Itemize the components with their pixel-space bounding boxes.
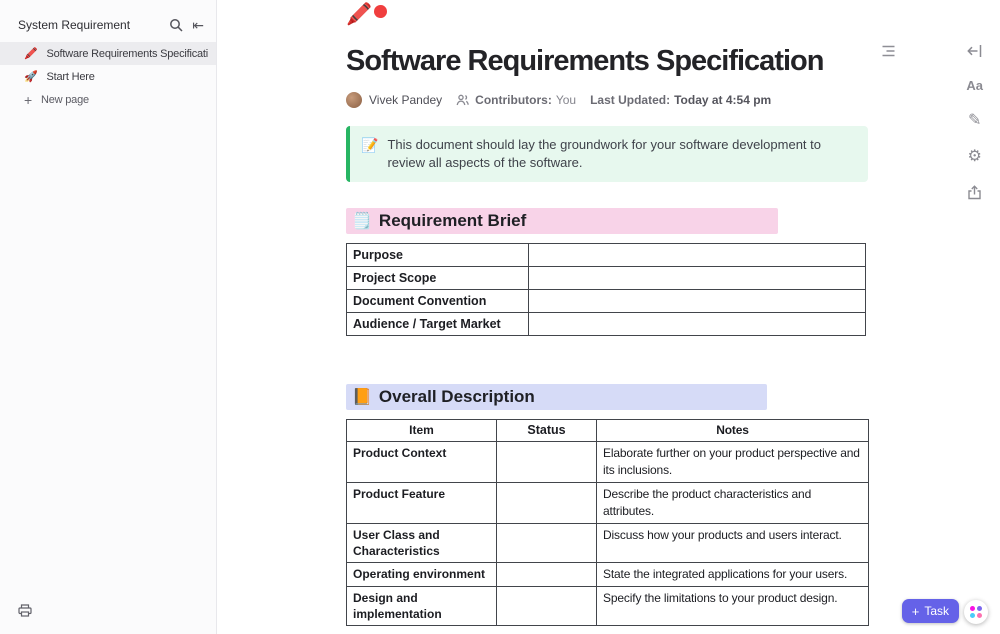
table-header-row: Item Status Notes: [346, 418, 869, 442]
page-icon-row: 🖍️: [346, 4, 866, 32]
table-row: Operating environment State the integrat…: [346, 561, 869, 587]
table-cell-label[interactable]: Audience / Target Market: [346, 311, 529, 336]
table-row: Product Feature Describe the product cha…: [346, 481, 869, 524]
table-row: Purpose: [346, 242, 866, 267]
plus-icon: +: [24, 91, 32, 108]
cell-notes[interactable]: Discuss how your products and users inte…: [596, 522, 869, 563]
cell-status[interactable]: [496, 522, 597, 563]
col-header-item[interactable]: Item: [346, 418, 497, 442]
table-cell-value[interactable]: [528, 288, 866, 313]
clickup-ai-button[interactable]: [964, 600, 988, 624]
table-cell-value[interactable]: [528, 311, 866, 336]
cell-item[interactable]: User Class and Characteristics: [346, 522, 497, 563]
sidebar-item-start-here[interactable]: 🚀 Start Here: [0, 65, 216, 88]
table-row: Audience / Target Market: [346, 311, 866, 336]
font-settings-icon[interactable]: Aa: [966, 78, 983, 93]
document-canvas: 🖍️ Software Requirements Specification V…: [218, 0, 1000, 634]
table-row: User Class and Characteristics Discuss h…: [346, 522, 869, 563]
right-toolbar: Aa ✎ ⚙: [966, 44, 983, 200]
new-page-button[interactable]: + New page: [0, 88, 216, 111]
collapse-panel-icon[interactable]: [967, 44, 982, 58]
clickup-dots-icon: [970, 606, 982, 618]
table-row: Product Context Elaborate further on you…: [346, 440, 869, 483]
sidebar-title: System Requirement: [18, 18, 131, 32]
document-content: 🖍️ Software Requirements Specification V…: [346, 0, 869, 626]
last-updated-label: Last Updated:: [590, 93, 671, 107]
rocket-icon: 🚀: [24, 71, 38, 83]
overall-description-table: Item Status Notes Product Context Elabor…: [346, 418, 869, 626]
cell-notes[interactable]: Specify the limitations to your product …: [596, 585, 869, 626]
new-page-label: New page: [40, 93, 89, 106]
pencil-icon[interactable]: ✎: [968, 113, 981, 129]
notepad-icon: 🗒️: [352, 212, 372, 230]
cell-item[interactable]: Product Context: [346, 440, 497, 483]
share-icon[interactable]: [967, 185, 982, 200]
task-button-label: Task: [924, 604, 949, 618]
red-dot-icon: [374, 5, 388, 18]
callout[interactable]: 📝 This document should lay the groundwor…: [346, 126, 868, 182]
section-heading-overall[interactable]: 📙 Overall Description: [346, 383, 866, 410]
cell-status[interactable]: [496, 561, 597, 587]
heading-highlight: 📙 Overall Description: [346, 383, 767, 410]
sidebar: System Requirement ⇤ 🖍️ Software Require…: [0, 0, 217, 634]
cell-status[interactable]: [496, 481, 597, 524]
cell-notes[interactable]: Describe the product characteristics and…: [596, 481, 869, 524]
table-cell-value[interactable]: [528, 265, 866, 290]
collapse-sidebar-icon[interactable]: ⇤: [192, 18, 204, 32]
table-cell-value[interactable]: [528, 242, 866, 267]
page-crayon-icon[interactable]: 🖍️: [346, 4, 372, 26]
outline-list-icon[interactable]: [881, 44, 896, 63]
print-icon[interactable]: [18, 604, 32, 622]
sidebar-item-srs-doc[interactable]: 🖍️ Software Requirements Specification: [0, 42, 216, 65]
contributors-icon: [456, 94, 470, 106]
search-icon[interactable]: [169, 18, 183, 32]
orange-book-icon: 📙: [352, 388, 372, 406]
table-row: Design and implementation Specify the li…: [346, 585, 869, 626]
last-updated-value: Today at 4:54 pm: [674, 93, 772, 107]
sidebar-item-label: Start Here: [46, 70, 95, 83]
table-row: Document Convention: [346, 288, 866, 313]
cell-notes[interactable]: State the integrated applications for yo…: [596, 561, 869, 587]
sidebar-item-label: Software Requirements Specification: [46, 47, 209, 60]
author-name: Vivek Pandey: [369, 93, 443, 107]
memo-icon: 📝: [361, 137, 379, 153]
cell-item[interactable]: Design and implementation: [346, 585, 497, 626]
author-avatar[interactable]: [346, 92, 362, 108]
table-cell-label[interactable]: Purpose: [346, 242, 529, 267]
section-heading-brief[interactable]: 🗒️ Requirement Brief: [346, 207, 866, 234]
col-header-status[interactable]: Status: [496, 418, 597, 442]
page-title[interactable]: Software Requirements Specification: [346, 42, 866, 80]
section-title: Requirement Brief: [378, 210, 527, 230]
sidebar-header: System Requirement ⇤: [0, 0, 216, 42]
cell-item[interactable]: Operating environment: [346, 561, 497, 587]
callout-text: This document should lay the groundwork …: [387, 137, 822, 170]
table-cell-label[interactable]: Document Convention: [346, 288, 529, 313]
contributors-label: Contributors:: [475, 93, 552, 107]
plus-icon: +: [911, 603, 920, 619]
add-task-button[interactable]: + Task: [901, 599, 959, 623]
crayon-icon: 🖍️: [24, 48, 38, 60]
heading-highlight: 🗒️ Requirement Brief: [346, 207, 779, 234]
table-cell-label[interactable]: Project Scope: [346, 265, 529, 290]
cell-notes[interactable]: Elaborate further on your product perspe…: [596, 440, 869, 483]
col-header-notes[interactable]: Notes: [596, 418, 869, 442]
contributors-value: You: [555, 93, 577, 107]
table-row: Project Scope: [346, 265, 866, 290]
cell-status[interactable]: [496, 585, 597, 626]
section-title: Overall Description: [378, 386, 535, 406]
settings-sparkle-icon[interactable]: ⚙: [968, 149, 982, 165]
cell-item[interactable]: Product Feature: [346, 481, 497, 524]
cell-status[interactable]: [496, 440, 597, 483]
requirement-brief-table: Purpose Project Scope Document Conventio…: [346, 242, 866, 336]
doc-meta-row: Vivek Pandey Contributors: You Last Upda…: [346, 92, 866, 108]
